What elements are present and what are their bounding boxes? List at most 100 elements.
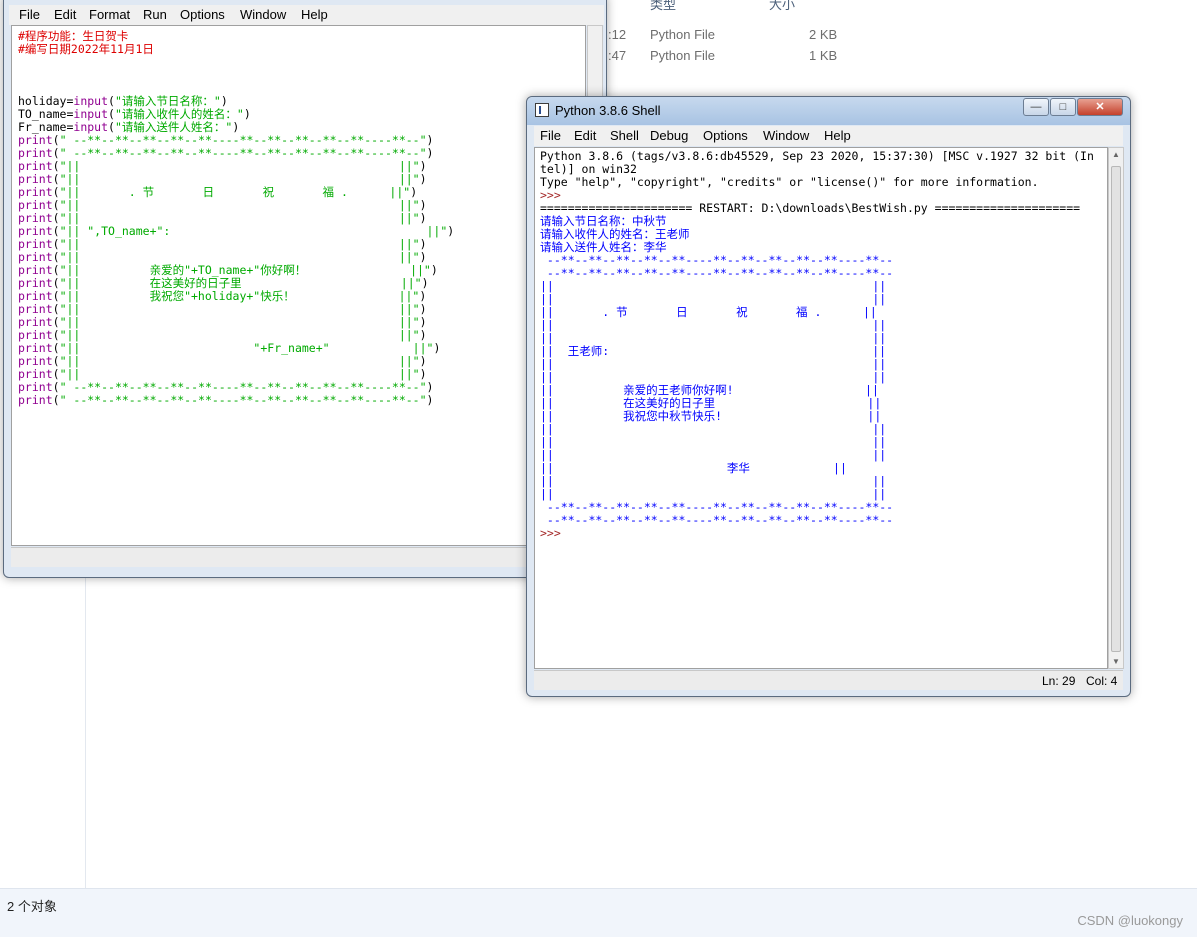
- code-token: #编写日期2022年11月1日: [18, 42, 154, 56]
- file-type: Python File: [650, 48, 716, 63]
- scroll-down-icon[interactable]: ▼: [1112, 657, 1120, 666]
- menu-help[interactable]: Help: [301, 7, 328, 22]
- code-editor[interactable]: #程序功能：生日贺卡 #编写日期2022年11月1日 holiday=input("…: [11, 25, 586, 546]
- item-count: 2 个对象: [7, 899, 57, 914]
- code-token: " --**--**--**--**--**----**--**--**--**…: [59, 146, 427, 160]
- code-token: ): [430, 263, 438, 277]
- maximize-button[interactable]: □: [1050, 98, 1076, 116]
- code-token: (: [108, 107, 115, 121]
- code-token: "|| ||": [59, 237, 420, 251]
- code-token: "|| ||": [59, 159, 420, 173]
- code-token: ): [433, 341, 441, 355]
- code-token: (: [52, 393, 60, 407]
- code-token: "请输入送件人姓名：": [114, 120, 233, 134]
- column-number: Col: 4: [1086, 674, 1118, 688]
- code-token: "|| "+Fr_name+" ||": [59, 341, 434, 355]
- menu-file[interactable]: File: [540, 128, 561, 143]
- menu-options[interactable]: Options: [180, 7, 225, 22]
- file-size: 1 KB: [809, 48, 838, 63]
- code-token: print: [18, 380, 53, 394]
- code-token: "|| ||": [59, 328, 420, 342]
- scroll-up-icon[interactable]: ▲: [1112, 150, 1120, 159]
- code-line: print(" --**--**--**--**--**----**--**--…: [18, 394, 585, 407]
- column-header-type[interactable]: 类型: [650, 0, 676, 13]
- code-token: print: [18, 198, 53, 212]
- code-token: "|| . 节 日 祝 福 . ||": [59, 185, 411, 199]
- menu-shell[interactable]: Shell: [610, 128, 639, 143]
- code-token: "|| ||": [59, 302, 420, 316]
- code-token: print: [18, 263, 53, 277]
- code-token: " --**--**--**--**--**----**--**--**--**…: [59, 133, 427, 147]
- code-token: print: [18, 393, 53, 407]
- code-token: print: [18, 172, 53, 186]
- menu-debug[interactable]: Debug: [650, 128, 688, 143]
- code-token: "|| 亲爱的"+TO_name+"你好啊！ ||": [59, 263, 431, 277]
- code-token: (: [52, 237, 60, 251]
- code-token: "|| ||": [59, 367, 420, 381]
- code-token: print: [18, 159, 53, 173]
- shell-titlebar[interactable]: Python 3.8.6 Shell — □ ✕: [527, 97, 1130, 125]
- shell-line: --**--**--**--**--**----**--**--**--**--…: [540, 513, 894, 527]
- code-line: #编写日期2022年11月1日: [18, 43, 585, 56]
- file-type: Python File: [650, 27, 716, 42]
- window-title: Python 3.8.6 Shell: [555, 103, 661, 118]
- code-token: (: [52, 341, 60, 355]
- code-token: ): [426, 393, 434, 407]
- menu-window[interactable]: Window: [763, 128, 809, 143]
- file-row[interactable]: :12 Python File 2 KB: [600, 27, 860, 47]
- menu-edit[interactable]: Edit: [54, 7, 76, 22]
- code-token: (: [52, 276, 60, 290]
- minimize-button[interactable]: —: [1023, 98, 1049, 116]
- menu-window[interactable]: Window: [240, 7, 286, 22]
- code-token: ): [419, 302, 427, 316]
- editor-status-bar: [11, 547, 603, 567]
- code-token: print: [18, 328, 53, 342]
- code-token: ): [419, 250, 427, 264]
- explorer-status-bar: 2 个对象 CSDN @luokongy: [0, 888, 1197, 937]
- code-token: (: [52, 250, 60, 264]
- code-token: print: [18, 341, 53, 355]
- editor-menubar: File Edit Format Run Options Window Help: [9, 5, 604, 25]
- code-token: print: [18, 224, 53, 238]
- code-token: "|| ",TO_name+": ||": [59, 224, 448, 238]
- shell-vertical-scrollbar[interactable]: ▲ ▼: [1108, 147, 1124, 669]
- code-token: input: [73, 107, 109, 121]
- code-token: ): [419, 367, 427, 381]
- shell-line: >>>: [540, 526, 568, 540]
- menu-format[interactable]: Format: [89, 7, 130, 22]
- code-token: ): [232, 120, 240, 134]
- menu-help[interactable]: Help: [824, 128, 851, 143]
- column-header-size[interactable]: 大小: [769, 0, 795, 13]
- menu-run[interactable]: Run: [143, 7, 167, 22]
- shell-output[interactable]: Python 3.8.6 (tags/v3.8.6:db45529, Sep 2…: [534, 147, 1108, 669]
- scrollbar-thumb[interactable]: [1111, 166, 1121, 652]
- editor-window[interactable]: File Edit Format Run Options Window Help…: [3, 0, 607, 578]
- code-token: #程序功能：生日贺卡: [18, 29, 129, 43]
- code-token: print: [18, 211, 53, 225]
- code-token: (: [52, 198, 60, 212]
- line-number: Ln: 29: [1042, 674, 1076, 688]
- code-token: "|| ||": [59, 211, 420, 225]
- code-token: ): [410, 185, 418, 199]
- code-token: (: [52, 146, 60, 160]
- code-token: (: [52, 172, 60, 186]
- code-token: TO_name=: [18, 107, 74, 121]
- code-token: (: [52, 289, 60, 303]
- shell-window[interactable]: Python 3.8.6 Shell — □ ✕ File Edit Shell…: [526, 96, 1131, 697]
- code-token: print: [18, 367, 53, 381]
- code-token: ): [419, 172, 427, 186]
- menu-file[interactable]: File: [19, 7, 40, 22]
- shell-line: Type "help", "copyright", "credits" or "…: [540, 175, 1039, 189]
- code-token: ): [419, 159, 427, 173]
- code-token: "请输入收件人的姓名：": [114, 107, 244, 121]
- menu-edit[interactable]: Edit: [574, 128, 596, 143]
- code-token: print: [18, 146, 53, 160]
- close-button[interactable]: ✕: [1077, 98, 1123, 116]
- code-token: "|| ||": [59, 315, 420, 329]
- code-token: input: [73, 94, 109, 108]
- menu-options[interactable]: Options: [703, 128, 748, 143]
- code-token: print: [18, 315, 53, 329]
- code-token: "|| ||": [59, 354, 420, 368]
- file-row[interactable]: :47 Python File 1 KB: [600, 48, 860, 68]
